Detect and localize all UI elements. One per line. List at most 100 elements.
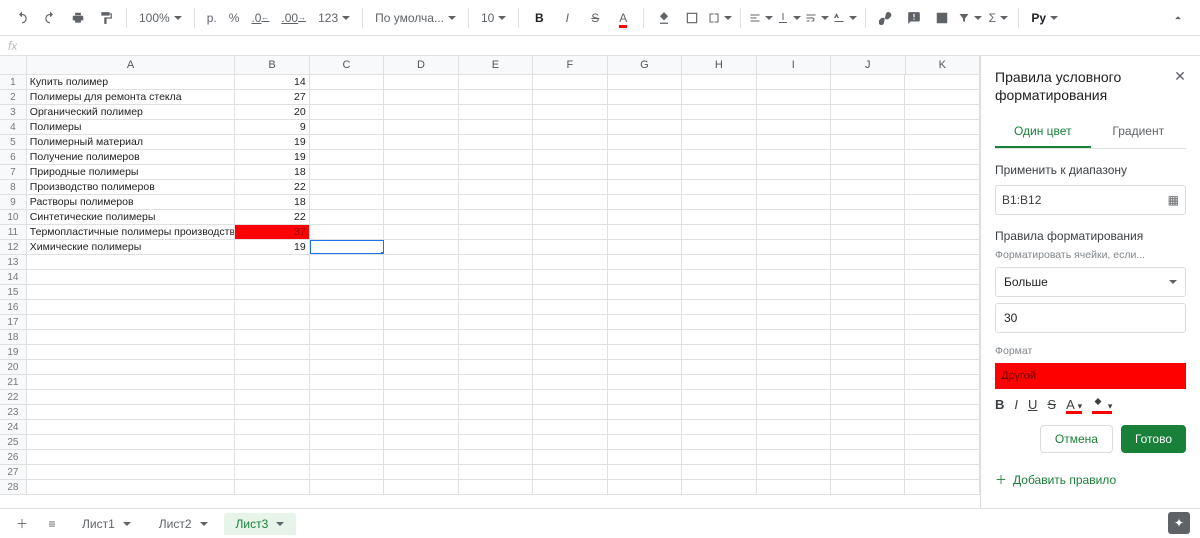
cell-F7[interactable] bbox=[533, 165, 607, 179]
row-header-27[interactable]: 27 bbox=[0, 465, 27, 479]
cell-H19[interactable] bbox=[682, 345, 756, 359]
cell-I22[interactable] bbox=[757, 390, 831, 404]
fill-color-button[interactable] bbox=[652, 6, 676, 30]
cell-F10[interactable] bbox=[533, 210, 607, 224]
cell-C8[interactable] bbox=[310, 180, 384, 194]
currency-button[interactable]: p. bbox=[203, 11, 221, 25]
cell-J8[interactable] bbox=[831, 180, 905, 194]
functions-button[interactable]: Σ bbox=[986, 6, 1010, 30]
insert-chart-button[interactable] bbox=[930, 6, 954, 30]
cell-D17[interactable] bbox=[384, 315, 458, 329]
cell-K21[interactable] bbox=[905, 375, 979, 389]
cell-C12[interactable] bbox=[310, 240, 384, 254]
cell-A25[interactable] bbox=[27, 435, 235, 449]
cell-A22[interactable] bbox=[27, 390, 235, 404]
tab-gradient[interactable]: Градиент bbox=[1091, 116, 1187, 148]
cell-C2[interactable] bbox=[310, 90, 384, 104]
cell-K1[interactable] bbox=[905, 75, 979, 89]
cell-H28[interactable] bbox=[682, 480, 756, 494]
cell-I8[interactable] bbox=[757, 180, 831, 194]
cell-D5[interactable] bbox=[384, 135, 458, 149]
percent-button[interactable]: % bbox=[225, 11, 244, 25]
cell-H15[interactable] bbox=[682, 285, 756, 299]
cell-I7[interactable] bbox=[757, 165, 831, 179]
row-header-28[interactable]: 28 bbox=[0, 480, 27, 494]
cell-J12[interactable] bbox=[831, 240, 905, 254]
cell-A4[interactable]: Полимеры bbox=[27, 120, 235, 134]
column-header-K[interactable]: K bbox=[906, 56, 980, 74]
cell-G11[interactable] bbox=[608, 225, 682, 239]
font-dropdown[interactable]: По умолча... bbox=[371, 11, 460, 25]
cell-I2[interactable] bbox=[757, 90, 831, 104]
fmt-bold-button[interactable]: B bbox=[995, 398, 1004, 411]
cell-A14[interactable] bbox=[27, 270, 235, 284]
column-header-J[interactable]: J bbox=[831, 56, 905, 74]
cell-E4[interactable] bbox=[459, 120, 533, 134]
cell-D22[interactable] bbox=[384, 390, 458, 404]
cell-C15[interactable] bbox=[310, 285, 384, 299]
cell-F15[interactable] bbox=[533, 285, 607, 299]
cell-F28[interactable] bbox=[533, 480, 607, 494]
cell-J28[interactable] bbox=[831, 480, 905, 494]
cell-F19[interactable] bbox=[533, 345, 607, 359]
cell-G12[interactable] bbox=[608, 240, 682, 254]
cell-D16[interactable] bbox=[384, 300, 458, 314]
cell-A17[interactable] bbox=[27, 315, 235, 329]
print-button[interactable] bbox=[66, 6, 90, 30]
cell-B25[interactable] bbox=[235, 435, 309, 449]
cell-I1[interactable] bbox=[757, 75, 831, 89]
row-header-4[interactable]: 4 bbox=[0, 120, 27, 134]
cell-B10[interactable]: 22 bbox=[235, 210, 309, 224]
fmt-italic-button[interactable]: I bbox=[1014, 398, 1018, 411]
close-button[interactable]: ✕ bbox=[1170, 66, 1190, 86]
cell-B7[interactable]: 18 bbox=[235, 165, 309, 179]
row-header-18[interactable]: 18 bbox=[0, 330, 27, 344]
cell-K22[interactable] bbox=[905, 390, 979, 404]
cell-B6[interactable]: 19 bbox=[235, 150, 309, 164]
cell-I17[interactable] bbox=[757, 315, 831, 329]
cell-K19[interactable] bbox=[905, 345, 979, 359]
cell-E27[interactable] bbox=[459, 465, 533, 479]
cell-H21[interactable] bbox=[682, 375, 756, 389]
sheet-tab-1[interactable]: Лист1 bbox=[70, 513, 143, 535]
row-header-17[interactable]: 17 bbox=[0, 315, 27, 329]
cell-A18[interactable] bbox=[27, 330, 235, 344]
cell-H4[interactable] bbox=[682, 120, 756, 134]
column-header-C[interactable]: C bbox=[310, 56, 384, 74]
cell-I4[interactable] bbox=[757, 120, 831, 134]
cell-C17[interactable] bbox=[310, 315, 384, 329]
cell-G13[interactable] bbox=[608, 255, 682, 269]
cell-G16[interactable] bbox=[608, 300, 682, 314]
explore-button[interactable]: ✦ bbox=[1168, 512, 1190, 534]
cell-C4[interactable] bbox=[310, 120, 384, 134]
cell-C26[interactable] bbox=[310, 450, 384, 464]
cell-D13[interactable] bbox=[384, 255, 458, 269]
cell-K11[interactable] bbox=[905, 225, 979, 239]
cell-J19[interactable] bbox=[831, 345, 905, 359]
paint-format-button[interactable] bbox=[94, 6, 118, 30]
cell-J10[interactable] bbox=[831, 210, 905, 224]
cell-J7[interactable] bbox=[831, 165, 905, 179]
row-header-8[interactable]: 8 bbox=[0, 180, 27, 194]
column-header-E[interactable]: E bbox=[459, 56, 533, 74]
cell-G15[interactable] bbox=[608, 285, 682, 299]
cell-H25[interactable] bbox=[682, 435, 756, 449]
cell-G22[interactable] bbox=[608, 390, 682, 404]
cell-F17[interactable] bbox=[533, 315, 607, 329]
cell-G17[interactable] bbox=[608, 315, 682, 329]
cell-D2[interactable] bbox=[384, 90, 458, 104]
fmt-strike-button[interactable]: S bbox=[1047, 398, 1056, 411]
cell-F6[interactable] bbox=[533, 150, 607, 164]
vertical-align-button[interactable] bbox=[777, 6, 801, 30]
tab-single-color[interactable]: Один цвет bbox=[995, 116, 1091, 148]
cell-B17[interactable] bbox=[235, 315, 309, 329]
cell-A21[interactable] bbox=[27, 375, 235, 389]
zoom-dropdown[interactable]: 100% bbox=[135, 11, 186, 25]
cell-J6[interactable] bbox=[831, 150, 905, 164]
cell-D27[interactable] bbox=[384, 465, 458, 479]
cell-C21[interactable] bbox=[310, 375, 384, 389]
cell-G3[interactable] bbox=[608, 105, 682, 119]
cell-D12[interactable] bbox=[384, 240, 458, 254]
cell-I21[interactable] bbox=[757, 375, 831, 389]
cell-F18[interactable] bbox=[533, 330, 607, 344]
